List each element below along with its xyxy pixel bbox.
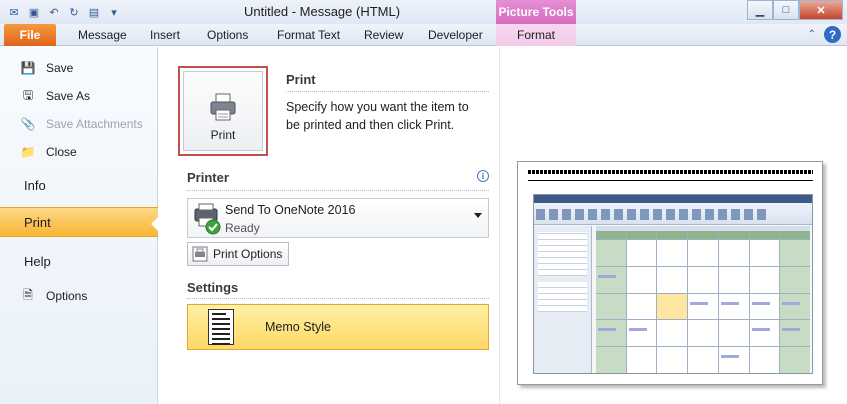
memo-style-icon (208, 309, 234, 345)
redo-icon[interactable]: ↻ (66, 4, 82, 20)
menu-item-save-as-label: Save As (46, 89, 91, 103)
print-button[interactable]: Print (178, 66, 268, 156)
format-icon[interactable]: ▤ (86, 4, 102, 20)
save-icon[interactable]: ▣ (26, 4, 42, 20)
print-options-label: Print Options (213, 247, 283, 261)
close-folder-icon: 📁 (20, 145, 36, 159)
ribbon-tabs: File Message Insert Options Format Text … (0, 24, 847, 46)
menu-item-save-as[interactable]: 🖫 Save As (0, 85, 158, 107)
print-preview-page (517, 161, 823, 385)
dropdown-arrow-icon (474, 213, 482, 218)
ribbon-right-controls: ⌃ ? (808, 26, 841, 43)
printer-name: Send To OneNote 2016 (225, 203, 356, 217)
menu-item-save-attachments-label: Save Attachments (46, 117, 143, 131)
print-preview-pane (499, 47, 847, 404)
menu-item-info-label: Info (24, 177, 46, 193)
minimize-icon[interactable]: ▁ (747, 0, 773, 20)
options-icon: 🗎 (23, 287, 33, 302)
divider (187, 190, 489, 191)
print-options-button[interactable]: Print Options (187, 242, 289, 266)
memo-style-dropdown[interactable]: Memo Style (187, 304, 489, 350)
outlook-icon[interactable]: ✉ (6, 4, 22, 20)
tab-review[interactable]: Review (364, 24, 403, 46)
customize-qat-icon[interactable]: ▾ (106, 4, 122, 20)
title-bar: ✉ ▣ ↶ ↻ ▤ ▾ Untitled - Message (HTML) Pi… (0, 0, 847, 24)
print-button-face: Print (183, 71, 263, 151)
menu-item-help-label: Help (24, 253, 51, 269)
window-controls: ▁ □ ✕ (747, 0, 843, 20)
printer-dropdown[interactable]: Send To OneNote 2016 Ready (187, 198, 489, 238)
tab-format[interactable]: Format (496, 24, 576, 46)
tab-file[interactable]: File (4, 24, 56, 46)
undo-icon[interactable]: ↶ (46, 4, 62, 20)
tab-options[interactable]: Options (207, 24, 248, 46)
save-as-icon: 🖫 (22, 87, 34, 102)
preview-calendar-image (533, 194, 813, 374)
menu-item-info[interactable]: Info (0, 170, 158, 200)
tab-message[interactable]: Message (78, 24, 127, 46)
printer-ready-icon (194, 203, 221, 235)
attachment-icon: 📎 (20, 117, 36, 131)
menu-item-print-label: Print (24, 214, 51, 230)
preview-header-rule (528, 180, 813, 181)
tab-insert[interactable]: Insert (150, 24, 180, 46)
menu-item-save-label: Save (46, 61, 74, 75)
print-button-label: Print (210, 128, 236, 142)
minimize-ribbon-icon[interactable]: ⌃ (808, 29, 816, 40)
menu-item-save-attachments: 📎 Save Attachments (0, 113, 158, 135)
printer-icon (210, 93, 236, 121)
printer-status: Ready (225, 221, 260, 235)
info-icon[interactable]: i (477, 170, 489, 182)
quick-access-toolbar: ✉ ▣ ↶ ↻ ▤ ▾ (6, 4, 122, 20)
save-icon: 💾 (20, 61, 36, 75)
window-title: Untitled - Message (HTML) (244, 4, 401, 19)
picture-tools-label: Picture Tools (496, 0, 576, 24)
tab-developer[interactable]: Developer (428, 24, 483, 46)
backstage-menu: 💾 Save 🖫 Save As 📎 Save Attachments 📁 Cl… (0, 47, 159, 404)
menu-item-close-label: Close (46, 145, 77, 159)
divider (286, 91, 489, 92)
menu-item-options[interactable]: 🗎 Options (0, 285, 158, 307)
tab-format-text[interactable]: Format Text (277, 24, 340, 46)
menu-item-save[interactable]: 💾 Save (0, 57, 158, 79)
print-options-icon (192, 246, 208, 262)
menu-item-print[interactable]: Print (0, 207, 159, 237)
divider (187, 298, 489, 299)
print-section-title: Print (286, 72, 316, 87)
menu-item-options-label: Options (46, 289, 88, 303)
close-window-icon[interactable]: ✕ (799, 0, 843, 20)
preview-header-text (528, 170, 813, 174)
maximize-icon[interactable]: □ (773, 0, 799, 20)
settings-section-title: Settings (187, 280, 239, 295)
menu-item-close[interactable]: 📁 Close (0, 141, 158, 163)
memo-style-label: Memo Style (265, 320, 331, 334)
menu-item-help[interactable]: Help (0, 246, 158, 276)
help-icon[interactable]: ? (824, 26, 841, 43)
print-settings-pane: Print Print Specify how you want the ite… (159, 47, 499, 404)
print-description: Specify how you want the item to be prin… (286, 100, 469, 132)
printer-section-title: Printer (187, 170, 229, 185)
